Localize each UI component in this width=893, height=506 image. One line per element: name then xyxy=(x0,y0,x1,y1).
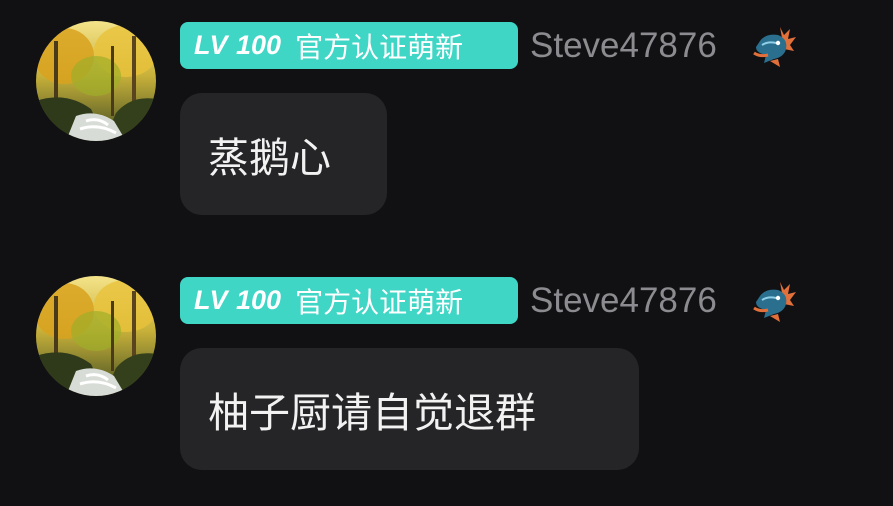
avatar[interactable] xyxy=(36,21,156,141)
username[interactable]: Steve47876 xyxy=(530,279,717,323)
waterfall-forest-avatar-icon xyxy=(36,21,156,141)
chat-message-list: LV 100 官方认证萌新 Steve47876 蒸鹅心 LV 100 官方认证… xyxy=(0,0,893,506)
message-bubble[interactable]: 蒸鹅心 xyxy=(180,93,387,215)
waterfall-forest-avatar-icon xyxy=(36,276,156,396)
level-number: 100 xyxy=(236,285,282,315)
dragon-icon xyxy=(750,278,798,324)
badge-title: 官方认证萌新 xyxy=(295,285,464,319)
level-prefix: LV xyxy=(194,30,229,60)
chat-message: LV 100 官方认证萌新 Steve47876 蒸鹅心 xyxy=(0,0,893,240)
avatar[interactable] xyxy=(36,276,156,396)
level-badge[interactable]: LV 100 官方认证萌新 xyxy=(180,22,518,69)
level-prefix: LV xyxy=(194,285,229,315)
chat-message: LV 100 官方认证萌新 Steve47876 柚子厨请自觉退群 xyxy=(0,255,893,495)
dragon-icon xyxy=(750,23,798,69)
badge-title: 官方认证萌新 xyxy=(295,30,464,64)
username[interactable]: Steve47876 xyxy=(530,24,717,68)
level-number: 100 xyxy=(236,30,282,60)
level-badge[interactable]: LV 100 官方认证萌新 xyxy=(180,277,518,324)
message-bubble[interactable]: 柚子厨请自觉退群 xyxy=(180,348,639,470)
